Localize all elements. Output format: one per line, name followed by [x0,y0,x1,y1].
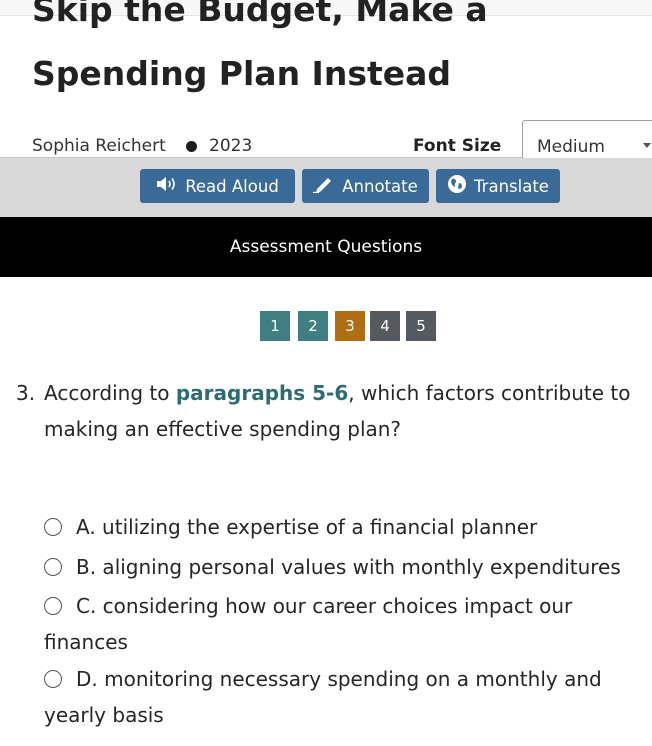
annotate-label: Annotate [342,176,418,196]
radio-button-c[interactable] [44,597,62,615]
question-nav-5[interactable]: 5 [406,311,436,341]
tools-toolbar: Read Aloud Annotate Translate [0,158,652,217]
question-nav-label: 3 [345,317,355,335]
answer-choice-text: A. utilizing the expertise of a financia… [76,515,538,539]
question-text-start: According to [44,381,176,405]
question-nav-1[interactable]: 1 [260,311,290,341]
globe-icon [447,174,467,198]
question-nav-label: 1 [270,317,280,335]
assessment-title: Assessment Questions [229,237,423,257]
question-text: According to paragraphs 5-6, which facto… [44,375,644,447]
radio-button-a[interactable] [44,518,62,536]
assessment-header: Assessment Questions [0,217,652,277]
translate-label: Translate [474,176,549,196]
font-size-select[interactable]: Medium [522,120,652,158]
article-title: Skip the Budget, Make a Spending Plan In… [32,0,632,106]
question-nav-2[interactable]: 2 [298,311,328,341]
question-nav-4[interactable]: 4 [370,311,400,341]
answer-choice-text-continued: yearly basis [44,703,164,727]
translate-button[interactable]: Translate [436,169,560,203]
article-header: Skip the Budget, Make a Spending Plan In… [0,0,652,120]
assessment-panel: 1 2 3 4 5 3. According to paragraphs 5-6… [0,277,652,746]
font-size-label: Font Size [413,136,502,156]
radio-button-d[interactable] [44,670,62,688]
annotate-button[interactable]: Annotate [302,169,429,203]
font-size-value: Medium [537,137,605,157]
answer-choice-text: B. aligning personal values with monthly… [76,555,621,579]
question-number: 3. [16,381,36,405]
answer-choice-text: D. monitoring necessary spending on a mo… [76,667,602,691]
question-nav-label: 2 [308,317,318,335]
separator-dot [186,141,197,152]
article-title-line-1: Skip the Budget, Make a [32,0,488,29]
read-aloud-button[interactable]: Read Aloud [140,169,295,203]
question-text-reference: paragraphs 5-6 [175,381,349,405]
speaker-icon [156,176,178,196]
answer-choice-text: C. considering how our career choices im… [76,594,573,618]
question-nav-3[interactable]: 3 [335,311,365,341]
answer-choice-text-continued: finances [44,630,128,654]
author-name: Sophia Reichert [32,136,166,156]
question-nav-label: 4 [380,317,390,335]
read-aloud-label: Read Aloud [185,176,279,196]
article-meta-bar: Sophia Reichert 2023 Font Size Medium [0,120,652,158]
chevron-down-icon [643,143,651,148]
article-title-line-2: Spending Plan Instead [32,54,452,93]
question-nav-label: 5 [416,317,426,335]
radio-button-b[interactable] [44,558,62,576]
publication-year: 2023 [209,136,253,156]
pencil-icon [313,175,335,197]
